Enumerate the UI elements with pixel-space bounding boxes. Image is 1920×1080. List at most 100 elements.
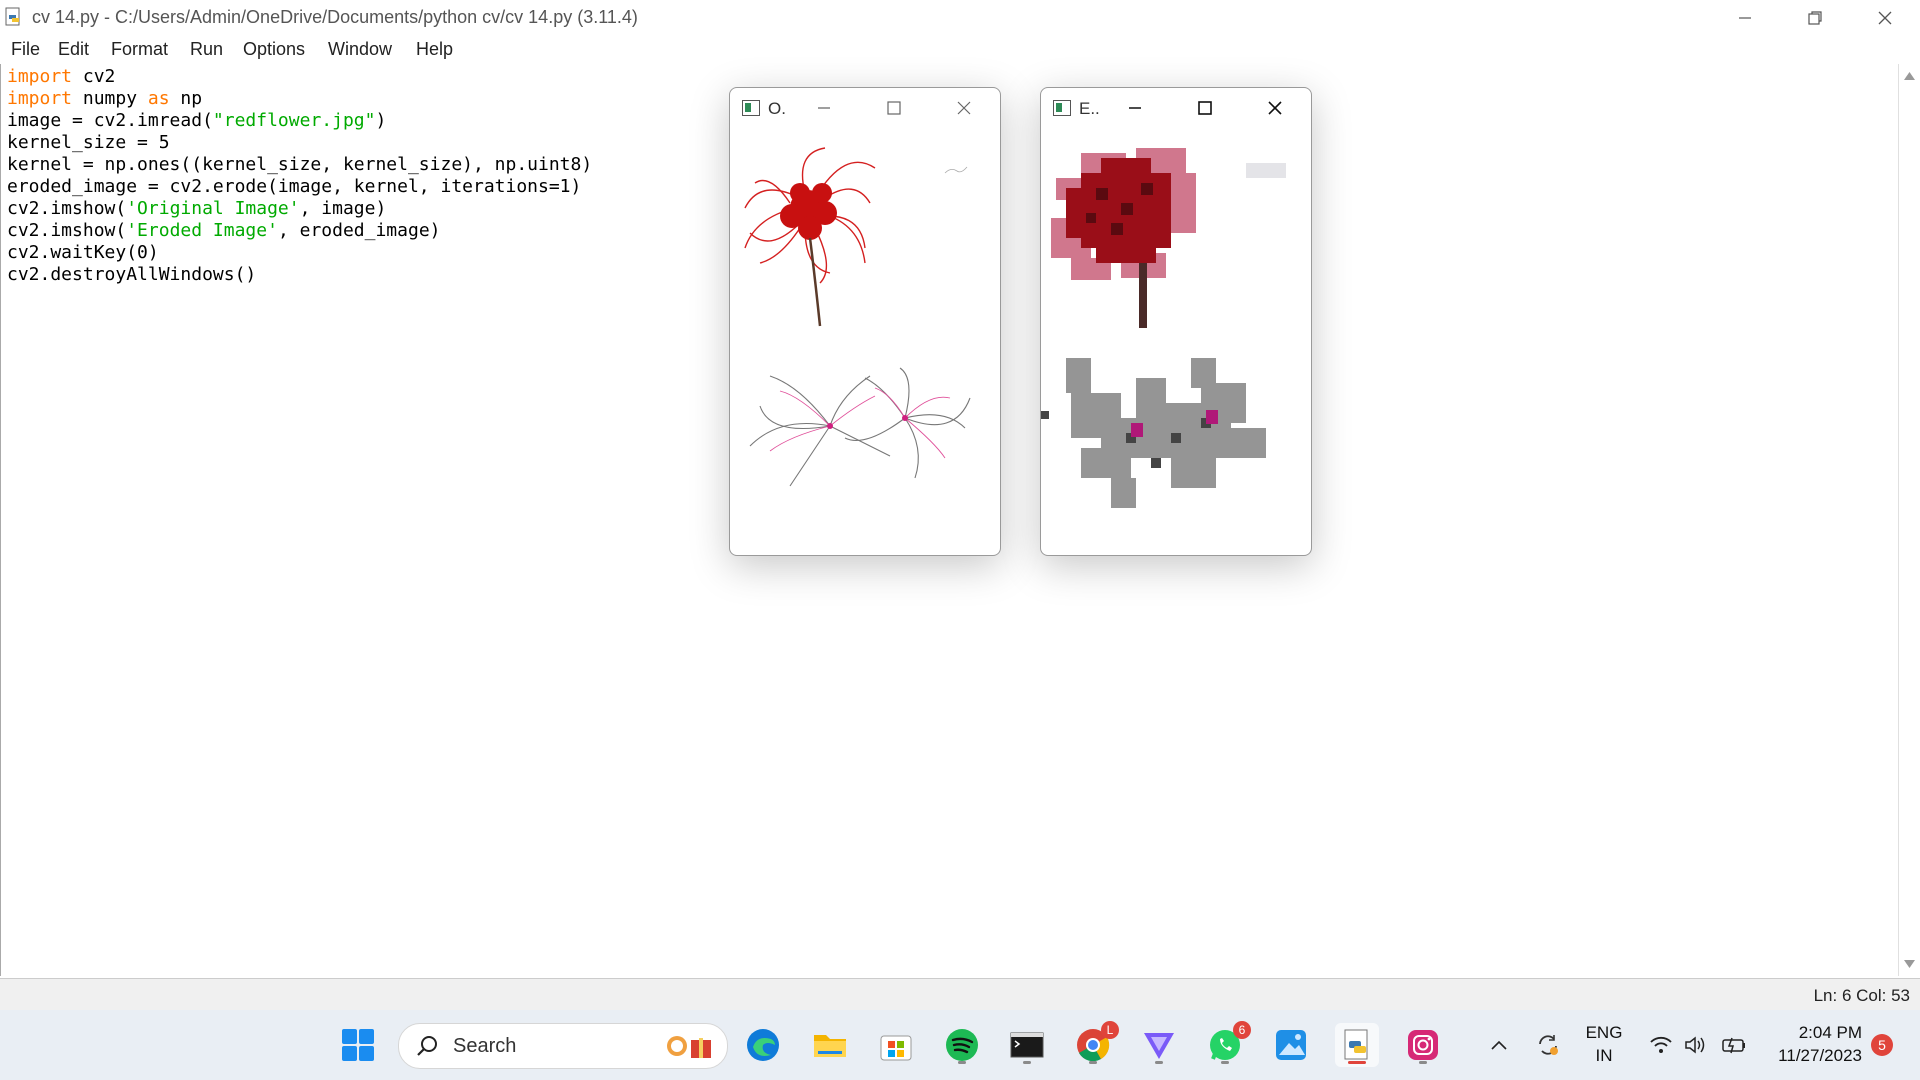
language-code: ENG: [1585, 1023, 1623, 1042]
language-indicator[interactable]: ENG IN: [1578, 1021, 1630, 1067]
volume-control[interactable]: [1680, 1010, 1710, 1080]
code-token: numpy: [72, 88, 148, 109]
eroded-image-window[interactable]: E..: [1040, 87, 1312, 556]
search-highlight-icon: [667, 1036, 711, 1058]
code-string: "redflower.jpg": [212, 110, 376, 131]
taskbar: Search L 6 ENG IN 2:04 PM 11/27/2023 5: [0, 1010, 1920, 1080]
running-indicator: [1089, 1061, 1097, 1064]
volume-icon: [1685, 1036, 1705, 1054]
code-token: np: [169, 88, 203, 109]
python-icon: [1344, 1029, 1368, 1060]
code-line[interactable]: image = cv2.imread("redflower.jpg"): [7, 110, 592, 132]
scroll-up-icon[interactable]: [1904, 72, 1915, 80]
minimize-button[interactable]: [1710, 0, 1780, 36]
original-window-titlebar[interactable]: O.: [730, 88, 1000, 128]
opencv-window-icon: [742, 100, 760, 116]
vertical-scrollbar[interactable]: [1898, 64, 1920, 976]
menu-run[interactable]: Run: [190, 39, 223, 60]
notification-center[interactable]: 5: [1868, 1010, 1896, 1080]
taskbar-chrome[interactable]: L: [1071, 1021, 1119, 1067]
eroded-window-titlebar[interactable]: E..: [1041, 88, 1311, 128]
code-line[interactable]: cv2.destroyAllWindows(): [7, 264, 592, 286]
menu-bar: File Edit Format Run Options Window Help: [0, 36, 1920, 65]
code-line[interactable]: cv2.waitKey(0): [7, 242, 592, 264]
python-idle-icon: [5, 7, 20, 26]
instagram-icon: [1408, 1030, 1438, 1060]
vpn-icon: [1144, 1033, 1174, 1059]
code-text[interactable]: import cv2 import numpy as np image = cv2.…: [7, 66, 592, 286]
code-keyword: import: [7, 88, 73, 109]
eroded-image: [1041, 148, 1286, 508]
code-token: cv2.waitKey(0): [7, 242, 159, 263]
taskbar-spotify[interactable]: [940, 1023, 984, 1067]
minimize-icon: [818, 107, 830, 109]
show-hidden-icons[interactable]: [1486, 1010, 1512, 1080]
code-keyword: as: [147, 88, 170, 109]
region-code: IN: [1595, 1046, 1613, 1065]
original-image-window[interactable]: O.: [729, 87, 1001, 556]
code-line[interactable]: cv2.imshow('Original Image', image): [7, 198, 592, 220]
taskbar-python-idle[interactable]: [1335, 1023, 1379, 1067]
taskbar-vpn[interactable]: [1137, 1023, 1181, 1067]
running-indicator: [958, 1061, 966, 1064]
sync-icon: [1539, 1035, 1558, 1055]
code-line[interactable]: kernel = np.ones((kernel_size, kernel_si…: [7, 154, 592, 176]
taskbar-terminal[interactable]: [1005, 1023, 1049, 1067]
code-token: cv2.imshow(: [7, 198, 127, 219]
code-line[interactable]: eroded_image = cv2.erode(image, kernel, …: [7, 176, 592, 198]
taskbar-file-explorer[interactable]: [808, 1023, 852, 1067]
code-line[interactable]: import cv2: [7, 66, 592, 88]
menu-format[interactable]: Format: [111, 39, 168, 60]
menu-help[interactable]: Help: [416, 39, 453, 60]
close-icon: [1268, 101, 1282, 115]
eroded-window-title: E..: [1079, 99, 1100, 118]
photos-icon: [1276, 1030, 1306, 1060]
scroll-down-icon[interactable]: [1904, 960, 1915, 968]
spotify-icon: [946, 1029, 978, 1061]
taskbar-store[interactable]: [874, 1023, 918, 1067]
restore-button[interactable]: [1780, 0, 1850, 36]
window-title: cv 14.py - C:/Users/Admin/OneDrive/Docum…: [32, 7, 638, 27]
code-token: cv2.destroyAllWindows(): [7, 264, 257, 285]
close-button[interactable]: [1850, 0, 1920, 36]
original-window-title: O.: [768, 99, 786, 118]
code-line[interactable]: kernel_size = 5: [7, 132, 592, 154]
code-token: , eroded_image): [277, 220, 441, 241]
eroded-maximize-button[interactable]: [1191, 96, 1219, 120]
code-token: kernel_size = 5: [7, 132, 170, 153]
clock[interactable]: 2:04 PM 11/27/2023: [1762, 1021, 1862, 1067]
original-close-button[interactable]: [950, 96, 978, 120]
eroded-close-button[interactable]: [1261, 96, 1289, 120]
menu-file[interactable]: File: [11, 39, 40, 60]
menu-options[interactable]: Options: [243, 39, 305, 60]
code-string: 'Original Image': [126, 198, 300, 219]
code-token: ): [375, 110, 387, 131]
menu-edit[interactable]: Edit: [58, 39, 89, 60]
taskbar-whatsapp[interactable]: 6: [1203, 1021, 1251, 1067]
microsoft-store-icon: [880, 1035, 912, 1061]
menu-window[interactable]: Window: [328, 39, 392, 60]
terminal-icon: [1010, 1032, 1044, 1058]
minimize-icon: [1739, 17, 1751, 19]
eroded-minimize-button[interactable]: [1121, 96, 1149, 120]
taskbar-photos[interactable]: [1269, 1023, 1313, 1067]
code-keyword: import: [7, 66, 73, 87]
taskbar-instagram[interactable]: [1401, 1023, 1445, 1067]
running-indicator: [1023, 1061, 1031, 1064]
battery-status[interactable]: [1717, 1010, 1751, 1080]
taskbar-edge[interactable]: [741, 1023, 785, 1067]
code-token: , image): [299, 198, 387, 219]
taskbar-search[interactable]: Search: [398, 1023, 728, 1069]
sync-status[interactable]: [1530, 1010, 1566, 1080]
start-button[interactable]: [336, 1023, 380, 1067]
code-line[interactable]: import numpy as np: [7, 88, 592, 110]
close-icon: [957, 101, 971, 115]
original-maximize-button[interactable]: [880, 96, 908, 120]
code-line[interactable]: cv2.imshow('Eroded Image', eroded_image): [7, 220, 592, 242]
search-icon: [417, 1036, 437, 1056]
wifi-status[interactable]: [1646, 1010, 1676, 1080]
original-minimize-button[interactable]: [810, 96, 838, 120]
whatsapp-unread-badge: 6: [1233, 1021, 1251, 1039]
active-indicator: [1348, 1061, 1366, 1064]
notification-count-badge: 5: [1871, 1034, 1893, 1056]
